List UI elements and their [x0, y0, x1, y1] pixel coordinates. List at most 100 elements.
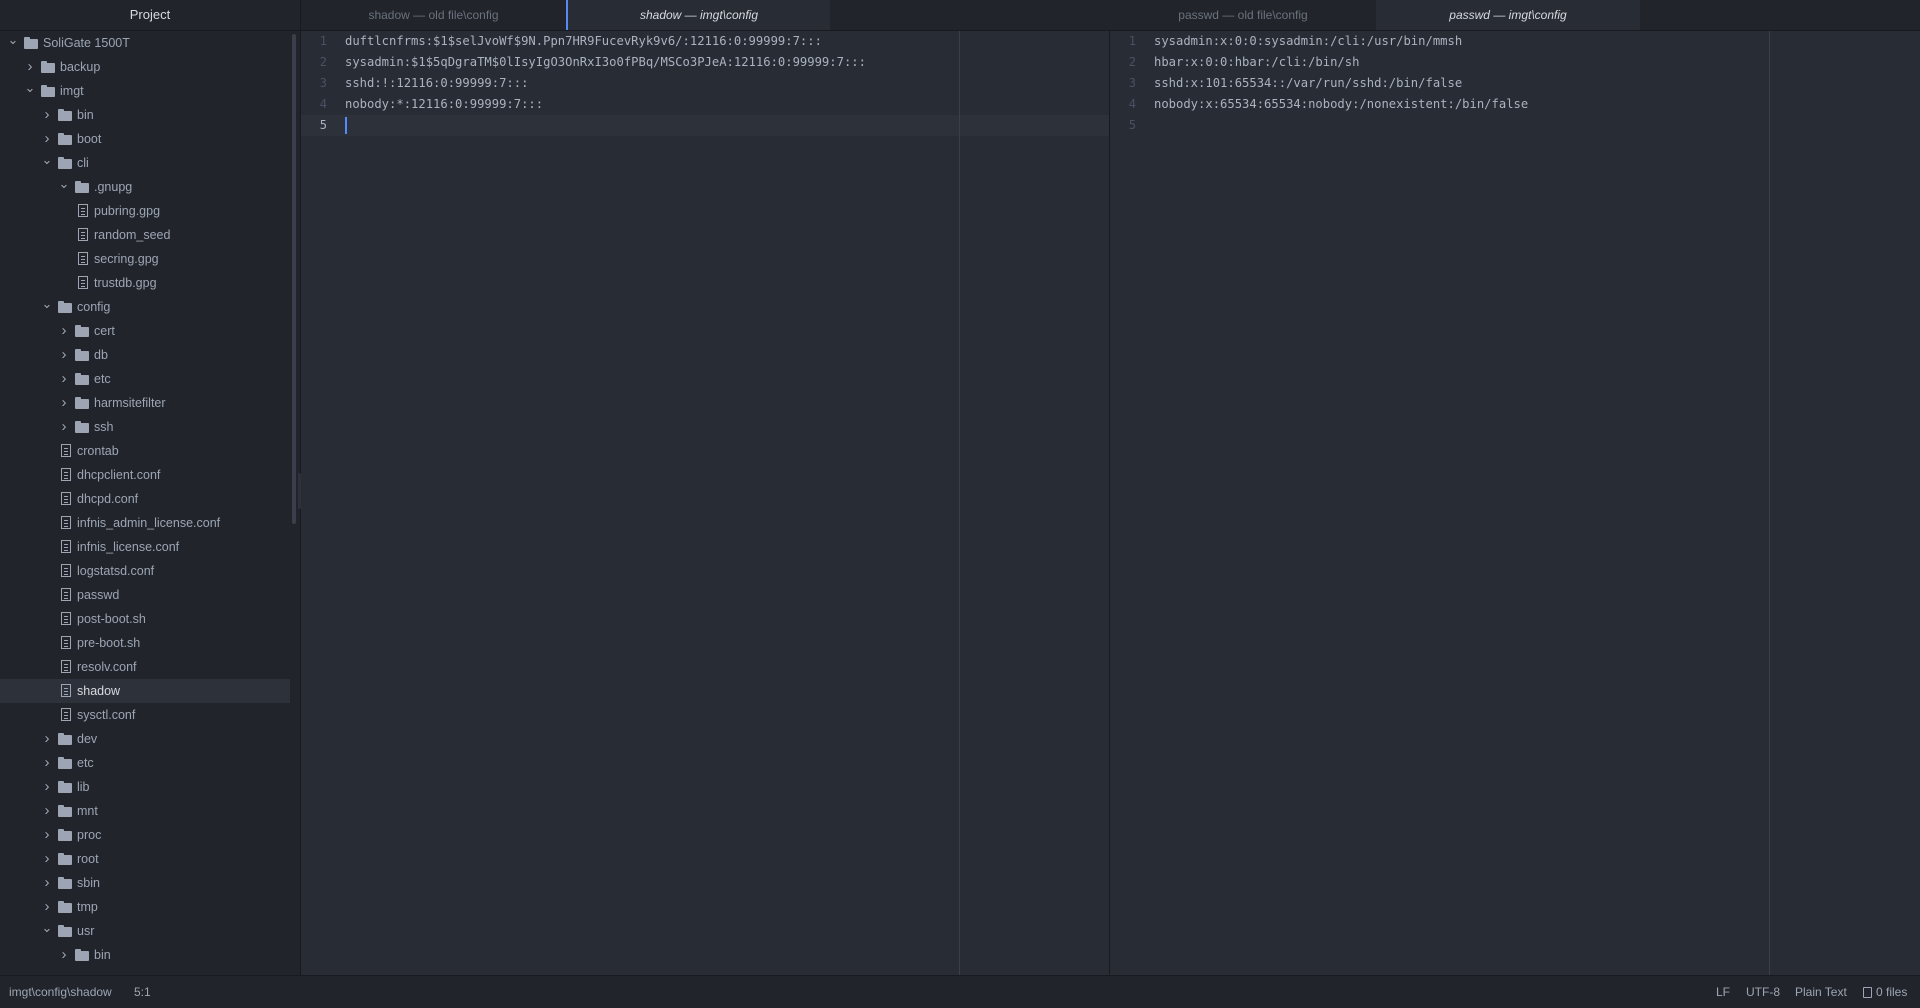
- tree-file[interactable]: pre-boot.sh: [0, 631, 300, 655]
- chevron-right-icon[interactable]: ›: [41, 727, 53, 751]
- folder-icon: [41, 61, 55, 73]
- chevron-right-icon[interactable]: ›: [41, 751, 53, 775]
- code-line[interactable]: nobody:x:65534:65534:nobody:/nonexistent…: [1153, 94, 1920, 115]
- tree-folder[interactable]: ⌄ cli: [0, 151, 300, 175]
- tree-folder[interactable]: › sbin: [0, 871, 300, 895]
- chevron-right-icon[interactable]: ›: [41, 799, 53, 823]
- chevron-right-icon[interactable]: ›: [24, 55, 36, 79]
- tab-shadow-imgt[interactable]: shadow — imgt\config: [566, 0, 830, 30]
- tree-item-label: etc: [94, 372, 111, 386]
- tree-folder[interactable]: › bin: [0, 943, 300, 967]
- chevron-right-icon[interactable]: ›: [58, 415, 70, 439]
- chevron-right-icon[interactable]: ›: [41, 895, 53, 919]
- tree-scrollbar[interactable]: [292, 34, 296, 524]
- code-line[interactable]: sysadmin:x:0:0:sysadmin:/cli:/usr/bin/mm…: [1153, 31, 1920, 52]
- tree-file[interactable]: post-boot.sh: [0, 607, 300, 631]
- folder-icon: [75, 181, 89, 193]
- tree-file[interactable]: resolv.conf: [0, 655, 300, 679]
- tree-folder[interactable]: › tmp: [0, 895, 300, 919]
- chevron-right-icon[interactable]: ›: [58, 343, 70, 367]
- chevron-right-icon[interactable]: ›: [58, 319, 70, 343]
- tree-file[interactable]: logstatsd.conf: [0, 559, 300, 583]
- code-line[interactable]: sshd:x:101:65534::/var/run/sshd:/bin/fal…: [1153, 73, 1920, 94]
- tree-folder[interactable]: › etc: [0, 751, 300, 775]
- file-icon: [1863, 987, 1872, 999]
- chevron-right-icon[interactable]: ›: [41, 103, 53, 127]
- tree-folder[interactable]: › etc: [0, 367, 300, 391]
- chevron-down-icon[interactable]: ⌄: [7, 31, 19, 55]
- tree-folder[interactable]: › dev: [0, 727, 300, 751]
- tree-folder[interactable]: ⌄ usr: [0, 919, 300, 943]
- chevron-right-icon[interactable]: ›: [41, 823, 53, 847]
- tree-folder[interactable]: › db: [0, 343, 300, 367]
- status-encoding[interactable]: UTF-8: [1746, 976, 1780, 1008]
- code-lines[interactable]: sysadmin:x:0:0:sysadmin:/cli:/usr/bin/mm…: [1153, 31, 1920, 136]
- tree-folder[interactable]: › cert: [0, 319, 300, 343]
- tree-folder[interactable]: › bin: [0, 103, 300, 127]
- chevron-right-icon[interactable]: ›: [58, 943, 70, 967]
- tree-item-label: post-boot.sh: [77, 612, 146, 626]
- chevron-right-icon[interactable]: ›: [41, 871, 53, 895]
- status-files[interactable]: 0 files: [1863, 976, 1907, 1008]
- tree-folder[interactable]: › lib: [0, 775, 300, 799]
- tree-folder[interactable]: ⌄ .gnupg: [0, 175, 300, 199]
- tree-item-label: config: [77, 300, 111, 314]
- folder-icon: [75, 397, 89, 409]
- file-icon: [61, 540, 71, 553]
- status-file-path[interactable]: imgt\config\shadow: [9, 976, 112, 1008]
- tree-file[interactable]: passwd: [0, 583, 300, 607]
- status-grammar[interactable]: Plain Text: [1795, 976, 1847, 1008]
- status-bar: imgt\config\shadow 5:1 LF UTF-8 Plain Te…: [0, 975, 1920, 1008]
- file-icon: [61, 708, 71, 721]
- tree-folder[interactable]: › boot: [0, 127, 300, 151]
- tree-folder[interactable]: › harmsitefilter: [0, 391, 300, 415]
- tree-file[interactable]: infnis_license.conf: [0, 535, 300, 559]
- status-line-ending[interactable]: LF: [1716, 976, 1730, 1008]
- tree-folder[interactable]: › proc: [0, 823, 300, 847]
- tree-folder[interactable]: ⌄ imgt: [0, 79, 300, 103]
- tree-file[interactable]: shadow: [0, 679, 290, 703]
- tab-shadow-old-file[interactable]: shadow — old file\config: [301, 0, 566, 30]
- chevron-right-icon[interactable]: ›: [41, 847, 53, 871]
- chevron-down-icon[interactable]: ⌄: [41, 151, 53, 175]
- chevron-right-icon[interactable]: ›: [41, 127, 53, 151]
- tree-folder[interactable]: › root: [0, 847, 300, 871]
- tree-file[interactable]: trustdb.gpg: [0, 271, 300, 295]
- chevron-down-icon[interactable]: ⌄: [24, 79, 36, 103]
- chevron-right-icon[interactable]: ›: [58, 391, 70, 415]
- code-line[interactable]: sysadmin:$1$5qDgraTM$0lIsyIgO3OnRxI3o0fP…: [344, 52, 1109, 73]
- chevron-right-icon[interactable]: ›: [41, 775, 53, 799]
- tree-folder[interactable]: › mnt: [0, 799, 300, 823]
- tree-folder[interactable]: › backup: [0, 55, 300, 79]
- tab-passwd-imgt[interactable]: passwd — imgt\config: [1376, 0, 1640, 30]
- tree-file[interactable]: crontab: [0, 439, 300, 463]
- folder-icon: [58, 829, 72, 841]
- chevron-down-icon[interactable]: ⌄: [41, 919, 53, 943]
- code-line[interactable]: duftlcnfrms:$1$selJvoWf$9N.Ppn7HR9FucevR…: [344, 31, 1109, 52]
- code-line[interactable]: [1153, 115, 1920, 136]
- code-lines[interactable]: duftlcnfrms:$1$selJvoWf$9N.Ppn7HR9FucevR…: [344, 31, 1109, 136]
- chevron-down-icon[interactable]: ⌄: [41, 295, 53, 319]
- tab-passwd-old-file[interactable]: passwd — old file\config: [1110, 0, 1376, 30]
- tree-file[interactable]: sysctl.conf: [0, 703, 300, 727]
- tree-file[interactable]: dhcpclient.conf: [0, 463, 300, 487]
- code-line[interactable]: nobody:*:12116:0:99999:7:::: [344, 94, 1109, 115]
- code-line-current[interactable]: [344, 115, 1109, 136]
- status-cursor-position[interactable]: 5:1: [134, 976, 151, 1008]
- editor-pane-passwd[interactable]: 1 2 3 4 5 sysadmin:x:0:0:sysadmin:/cli:/…: [1110, 31, 1920, 975]
- tree-file[interactable]: infnis_admin_license.conf: [0, 511, 300, 535]
- tree-file[interactable]: secring.gpg: [0, 247, 300, 271]
- file-icon: [61, 612, 71, 625]
- tree-file[interactable]: dhcpd.conf: [0, 487, 300, 511]
- tree-file[interactable]: pubring.gpg: [0, 199, 300, 223]
- chevron-right-icon[interactable]: ›: [58, 367, 70, 391]
- tree-folder[interactable]: ⌄ config: [0, 295, 300, 319]
- line-number: 5: [319, 118, 327, 132]
- tree-folder[interactable]: ⌄ SoliGate 1500T: [0, 31, 300, 55]
- tree-folder[interactable]: › ssh: [0, 415, 300, 439]
- code-line[interactable]: hbar:x:0:0:hbar:/cli:/bin/sh: [1153, 52, 1920, 73]
- editor-pane-shadow[interactable]: 1 2 3 4 5 duftlcnfrms:$1$selJvoWf$9N.Ppn…: [301, 31, 1110, 975]
- code-line[interactable]: sshd:!:12116:0:99999:7:::: [344, 73, 1109, 94]
- tree-file[interactable]: random_seed: [0, 223, 300, 247]
- chevron-down-icon[interactable]: ⌄: [58, 175, 70, 199]
